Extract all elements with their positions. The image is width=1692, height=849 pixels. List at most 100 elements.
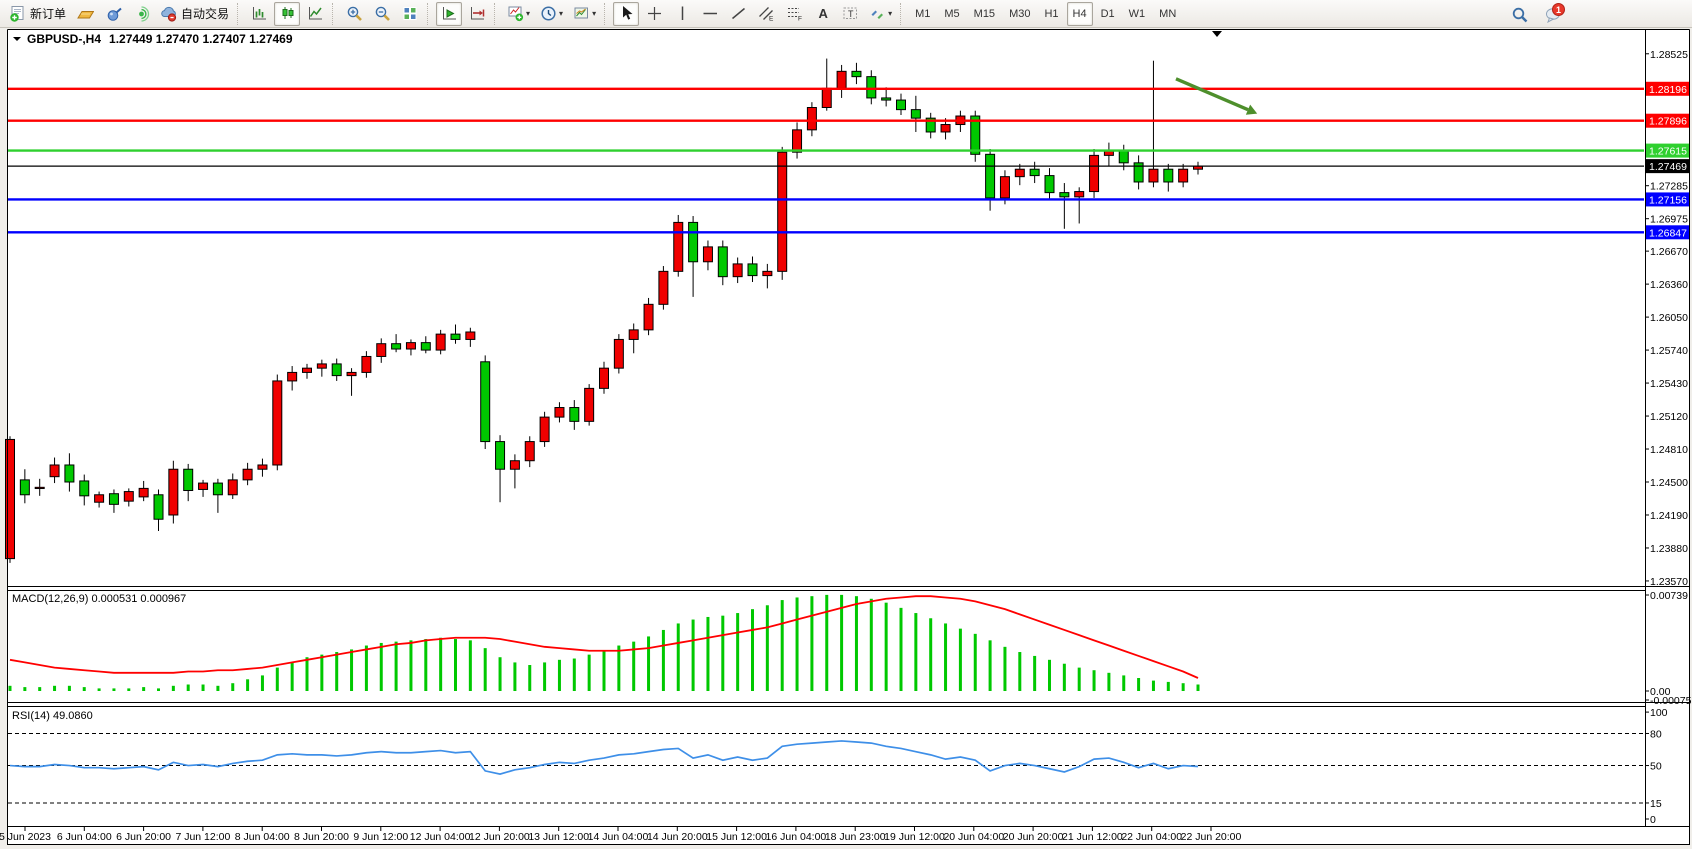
text-button[interactable]: A	[809, 2, 835, 26]
tf-m15-button[interactable]: M15	[968, 2, 1001, 26]
price-tick-label: 1.24810	[1650, 444, 1688, 456]
macd-histogram-bar	[1152, 681, 1155, 691]
macd-histogram-bar	[276, 668, 279, 691]
date-tick-label: 20 Jun 04:00	[943, 831, 1004, 843]
tf-mn-button-label: MN	[1159, 8, 1176, 20]
macd-histogram-bar	[1033, 656, 1036, 691]
toolbar-separator	[237, 3, 242, 25]
flask-icon	[105, 5, 122, 22]
autotrade-icon	[160, 5, 177, 22]
toolbar-group-timeframes: M1M5 M15 M30H1H4D1W1 MN	[908, 0, 1183, 28]
candle	[1090, 149, 1099, 198]
macd-histogram-bar	[202, 685, 205, 691]
macd-histogram-bar	[157, 688, 160, 691]
svg-text:T: T	[848, 9, 854, 19]
chart-shift-button[interactable]	[464, 2, 490, 26]
macd-histogram-bar	[38, 687, 41, 691]
toolbar-separator	[427, 3, 432, 25]
publish-button[interactable]	[100, 2, 126, 26]
macd-tick-label: -0.000751	[1650, 695, 1692, 707]
candle	[273, 375, 282, 471]
arrows-button-dropdown-arrow[interactable]: ▾	[888, 9, 892, 18]
signals-button[interactable]	[128, 2, 154, 26]
macd-histogram-bar	[9, 686, 12, 691]
tf-h4-button[interactable]: H4	[1067, 2, 1093, 26]
macd-histogram-bar	[172, 686, 175, 691]
new-order-button[interactable]: 新订单	[5, 2, 70, 26]
crosshair-button[interactable]	[641, 2, 667, 26]
tf-m30-button[interactable]: M30	[1003, 2, 1036, 26]
fibo-icon: F	[786, 5, 803, 22]
tf-d1-button[interactable]: D1	[1095, 2, 1121, 26]
price-tick-label: 1.26975	[1650, 214, 1688, 226]
trendline-button[interactable]	[725, 2, 751, 26]
text-label-button[interactable]: T	[837, 2, 863, 26]
macd-tick-label: 0.00739	[1650, 590, 1688, 602]
zoom-out-button[interactable]	[369, 2, 395, 26]
tf-m1-button[interactable]: M1	[909, 2, 936, 26]
zoom-in-button[interactable]	[341, 2, 367, 26]
rsi-tick-label: 100	[1650, 707, 1668, 719]
templates-button[interactable]: ▾	[569, 2, 600, 26]
periods-button-dropdown-arrow[interactable]: ▾	[559, 9, 563, 18]
indicators-button-dropdown-arrow[interactable]: ▾	[526, 9, 530, 18]
chat-button[interactable]: 1	[1534, 2, 1572, 26]
macd-histogram-bar	[365, 646, 368, 691]
macd-histogram-bar	[187, 685, 190, 691]
macd-histogram-bar	[499, 657, 502, 691]
arrows-button[interactable]: ▾	[865, 2, 896, 26]
candle	[585, 384, 594, 425]
macd-histogram-bar	[335, 652, 338, 691]
macd-histogram-bar	[900, 608, 903, 691]
candle	[659, 266, 668, 310]
macd-histogram-bar	[1018, 652, 1021, 691]
date-tick-label: 22 Jun 20:00	[1181, 831, 1242, 843]
autotrade-button[interactable]: 自动交易	[156, 2, 233, 26]
equidistant-channel-button[interactable]: E	[753, 2, 779, 26]
svg-text:1.26847: 1.26847	[1649, 227, 1687, 239]
cursor-button[interactable]	[613, 2, 639, 26]
auto-scroll-button[interactable]	[436, 2, 462, 26]
macd-histogram-bar	[1197, 685, 1200, 691]
templates-button-dropdown-arrow[interactable]: ▾	[592, 9, 596, 18]
date-tick-label: 6 Jun 20:00	[116, 831, 171, 843]
date-tick-label: 22 Jun 04:00	[1121, 831, 1182, 843]
tile-windows-button[interactable]	[397, 2, 423, 26]
line-chart-button[interactable]	[302, 2, 328, 26]
tline-icon	[730, 5, 747, 22]
date-tick-label: 16 Jun 04:00	[766, 831, 827, 843]
hline-icon	[702, 5, 719, 22]
vertical-line-button[interactable]	[669, 2, 695, 26]
cursor-icon	[618, 5, 635, 22]
tf-mn-button[interactable]: MN	[1153, 2, 1182, 26]
price-tick-label: 1.23880	[1650, 543, 1688, 555]
macd-histogram-bar	[439, 638, 442, 691]
gold-button[interactable]	[72, 2, 98, 26]
search-button[interactable]	[1506, 2, 1532, 26]
macd-histogram-bar	[306, 657, 309, 691]
fibonacci-button[interactable]: F	[781, 2, 807, 26]
periods-button[interactable]: ▾	[536, 2, 567, 26]
indicators-button[interactable]: ▾	[503, 2, 534, 26]
date-tick-label: 18 Jun 23:00	[825, 831, 886, 843]
macd-histogram-bar	[231, 683, 234, 691]
price-tick-label: 1.26360	[1650, 279, 1688, 291]
price-tick-label: 1.25430	[1650, 378, 1688, 390]
candle	[6, 436, 15, 563]
candle	[169, 461, 178, 524]
tf-m5-button[interactable]: M5	[938, 2, 965, 26]
macd-histogram-bar	[1107, 673, 1110, 691]
macd-histogram-bar	[291, 662, 294, 691]
macd-histogram-bar	[751, 609, 754, 691]
tf-w1-button[interactable]: W1	[1123, 2, 1152, 26]
candlestick-chart-button[interactable]	[274, 2, 300, 26]
candle	[481, 355, 490, 449]
chart-svg[interactable]: 1.285251.272851.269751.266701.263601.260…	[0, 28, 1692, 849]
macd-histogram-bar	[573, 659, 576, 691]
bar-chart-button[interactable]	[246, 2, 272, 26]
tf-h1-button[interactable]: H1	[1038, 2, 1064, 26]
tile-icon	[402, 5, 419, 22]
horizontal-line-button[interactable]	[697, 2, 723, 26]
tf-m15-button-label: M15	[974, 8, 995, 20]
date-tick-label: 13 Jun 12:00	[528, 831, 589, 843]
